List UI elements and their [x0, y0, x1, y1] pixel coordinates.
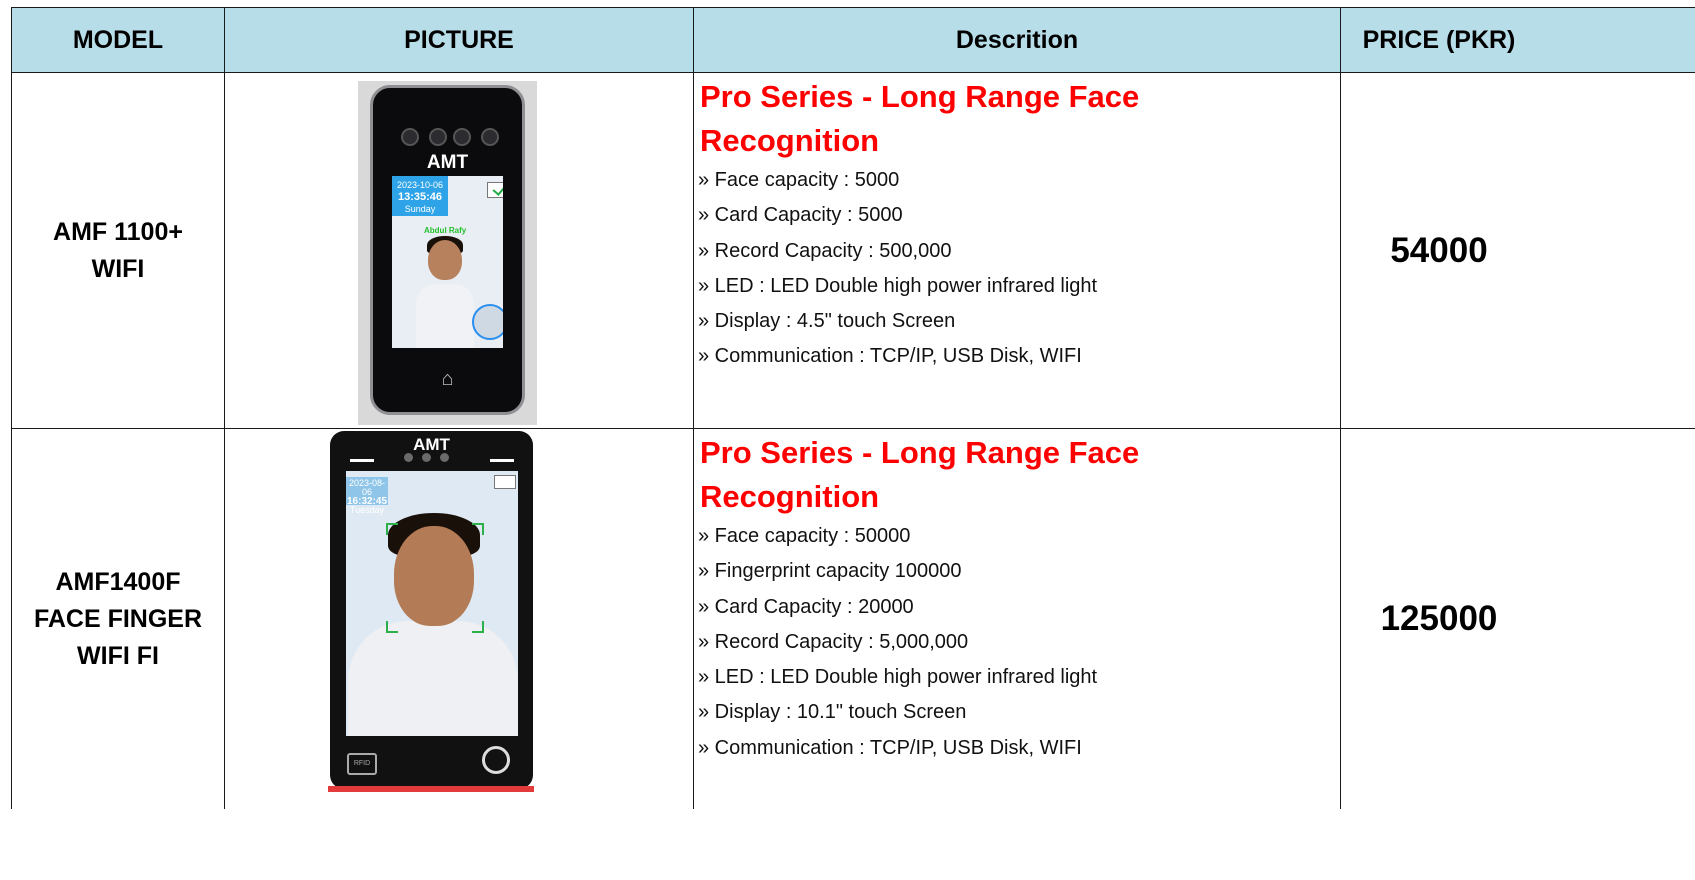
face-frame-corner — [386, 523, 398, 535]
image-edge — [328, 786, 534, 792]
rfid-card-icon: RFID — [347, 753, 377, 775]
spec-item: » Display : 10.1" touch Screen — [698, 701, 967, 724]
product-price: 54000 — [1340, 72, 1695, 429]
screen-day: Sunday — [404, 204, 436, 214]
screen-day: Tuesday — [349, 505, 385, 515]
header-model: MODEL — [11, 7, 225, 73]
model-name: AMF 1100+ WIFI — [11, 72, 225, 429]
device-image-amf1100: AMT 2023-10-06 13:35:46 Sunday Abdul Raf… — [370, 85, 525, 415]
rfid-icon: ⌂ — [441, 368, 454, 390]
sensor-icon — [401, 128, 419, 146]
header-price: PRICE (PKR) — [1340, 7, 1695, 73]
product-description: Pro Series - Long Range Face Recognition… — [693, 428, 1341, 809]
description-title: Pro Series - Long Range Face Recognition — [700, 435, 1140, 514]
spec-item: » Display : 4.5" touch Screen — [698, 310, 956, 333]
spec-list: » Face capacity : 5000 » Card Capacity :… — [698, 163, 1340, 375]
spec-item: » Record Capacity : 500,000 — [698, 239, 952, 262]
screen-date: 2023-10-06 — [396, 180, 444, 190]
table-row: AMF1400F FACE FINGER WIFI FI AMT 2023-08… — [11, 428, 1695, 809]
product-description: Pro Series - Long Range Face Recognition… — [693, 72, 1341, 429]
spec-item: » Card Capacity : 20000 — [698, 595, 914, 618]
spec-item: » Face capacity : 5000 — [698, 169, 900, 191]
face-photo: Abdul Rafy — [414, 226, 474, 348]
face-frame-corner — [386, 621, 398, 633]
table-row: AMF 1100+ WIFI AMT 2023-10-06 13:35:46 S… — [11, 72, 1695, 429]
product-picture: AMT 2023-08-06 16:32:45 Tuesday RFID — [224, 428, 694, 809]
face-frame-corner — [472, 621, 484, 633]
camera-icon — [400, 453, 464, 463]
face-thumbnail — [472, 304, 503, 340]
face-frame-corner — [472, 523, 484, 535]
product-picture: AMT 2023-10-06 13:35:46 Sunday Abdul Raf… — [224, 72, 694, 429]
spec-item: » Communication : TCP/IP, USB Disk, WIFI — [698, 345, 1082, 368]
spec-item: » Communication : TCP/IP, USB Disk, WIFI — [698, 736, 1082, 759]
spec-item: » Fingerprint capacity 100000 — [698, 560, 962, 583]
fingerprint-sensor-icon — [482, 746, 510, 774]
check-icon — [487, 180, 503, 198]
description-title: Pro Series - Long Range Face Recognition — [700, 79, 1140, 158]
device-brand: AMT — [413, 435, 450, 454]
spec-item: » Face capacity : 50000 — [698, 525, 911, 547]
spec-item: » Record Capacity : 5,000,000 — [698, 630, 969, 653]
header-row: MODEL PICTURE Descrition PRICE (PKR) — [11, 7, 1695, 73]
light-bar — [490, 459, 514, 462]
camera-icon — [429, 128, 447, 146]
device-brand: AMT — [426, 152, 469, 173]
device-screen: 2023-10-06 13:35:46 Sunday Abdul Rafy — [392, 176, 503, 348]
spec-item: » Card Capacity : 5000 — [698, 204, 903, 227]
price-table: MODEL PICTURE Descrition PRICE (PKR) AMF… — [11, 7, 1695, 809]
screen-date: 2023-08-06 — [348, 478, 386, 497]
light-bar — [350, 459, 374, 462]
screen-time: 13:35:46 — [397, 191, 443, 203]
spec-list: » Face capacity : 50000 » Fingerprint ca… — [698, 519, 1340, 766]
camera-icon — [453, 128, 471, 146]
spec-item: » LED : LED Double high power infrared l… — [698, 274, 1098, 297]
screen-clock: 2023-08-06 16:32:45 Tuesday — [346, 477, 388, 515]
device-image-amf1400f: AMT 2023-08-06 16:32:45 Tuesday RFID — [330, 431, 533, 789]
header-picture: PICTURE — [224, 7, 694, 73]
screen-clock: 2023-10-06 13:35:46 Sunday — [392, 176, 448, 216]
face-label: Abdul Rafy — [424, 226, 467, 235]
sensor-icon — [481, 128, 499, 146]
product-price: 125000 — [1340, 428, 1695, 809]
device-screen: 2023-08-06 16:32:45 Tuesday — [346, 471, 518, 736]
header-description: Descrition — [693, 7, 1341, 73]
check-icon — [494, 475, 516, 489]
spec-item: » LED : LED Double high power infrared l… — [698, 666, 1098, 689]
model-name: AMF1400F FACE FINGER WIFI FI — [11, 428, 225, 809]
